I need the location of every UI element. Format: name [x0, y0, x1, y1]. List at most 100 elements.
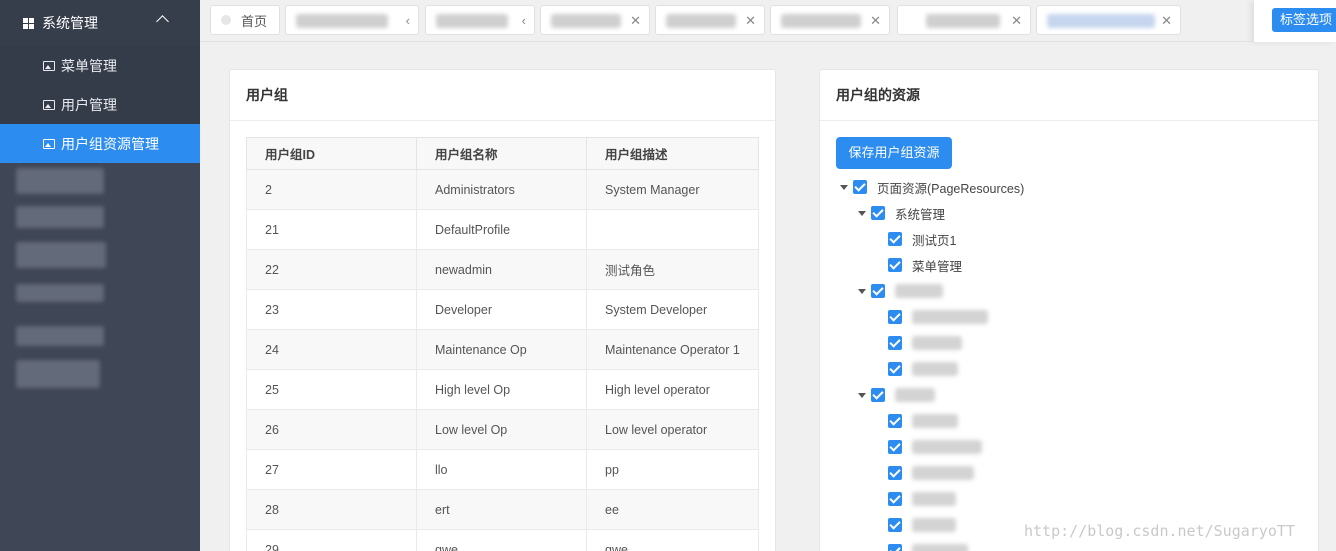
checkbox-checked[interactable] — [888, 414, 902, 428]
tree-node-label: 页面资源(PageResources) — [877, 181, 1025, 196]
tab-redacted[interactable]: ✕ — [1036, 5, 1181, 35]
table-row[interactable]: 25 High level Op High level operator — [246, 369, 759, 410]
table-row[interactable]: 26 Low level Op Low level operator — [246, 409, 759, 450]
checkbox-checked[interactable] — [871, 206, 885, 220]
checkbox-checked[interactable] — [888, 258, 902, 272]
tree-node-label: 测试页1 — [912, 233, 957, 248]
tree-node-redacted[interactable] — [858, 382, 935, 408]
table-row[interactable]: 27 llo pp — [246, 449, 759, 490]
tab-redacted[interactable]: ✕ — [770, 5, 890, 35]
tree-node-redacted[interactable] — [888, 408, 958, 434]
image-icon — [43, 60, 55, 71]
table-row[interactable]: 23 Developer System Developer — [246, 289, 759, 330]
save-resources-button[interactable]: 保存用户组资源 — [836, 137, 952, 169]
tree-node-redacted[interactable] — [888, 434, 982, 460]
tree-node-system[interactable]: 系统管理 — [858, 200, 945, 226]
sidebar-item-label: 用户组资源管理 — [61, 135, 159, 152]
tree-node-leaf[interactable]: 菜单管理 — [888, 252, 962, 278]
tree-node-label: 系统管理 — [895, 207, 946, 222]
redacted-menu-item[interactable] — [16, 284, 104, 302]
tab-redacted[interactable]: ‹ — [425, 5, 535, 35]
tree-node-label: 菜单管理 — [912, 259, 963, 274]
checkbox-checked[interactable] — [888, 362, 902, 376]
close-icon[interactable]: ✕ — [1161, 13, 1172, 29]
cell-desc: High level operator — [586, 369, 759, 410]
sidebar-item-users[interactable]: 用户管理 — [0, 85, 200, 124]
tab-home[interactable]: 首页 — [210, 5, 280, 35]
close-icon[interactable]: ✕ — [630, 13, 641, 29]
redacted-menu-item[interactable] — [16, 326, 104, 346]
tree-node-redacted[interactable] — [888, 330, 962, 356]
cell-name: ert — [416, 489, 587, 530]
cell-id: 26 — [246, 409, 417, 450]
tree-node-redacted[interactable] — [888, 512, 956, 538]
tab-redacted[interactable]: ‹ — [285, 5, 419, 35]
table-row[interactable]: 21 DefaultProfile — [246, 209, 759, 250]
tree-node-redacted[interactable] — [888, 304, 988, 330]
checkbox-checked[interactable] — [853, 180, 867, 194]
close-icon[interactable]: ‹ — [406, 13, 410, 28]
user-groups-panel: 用户组 用户组ID 用户组名称 用户组描述 2 Administrators S… — [229, 69, 776, 551]
caret-down-icon[interactable] — [858, 392, 866, 398]
close-icon[interactable]: ‹ — [522, 13, 526, 28]
tab-redacted[interactable]: ✕ — [655, 5, 765, 35]
checkbox-checked[interactable] — [888, 310, 902, 324]
table-row[interactable]: 24 Maintenance Op Maintenance Operator 1 — [246, 329, 759, 370]
redacted-menu-item[interactable] — [16, 206, 104, 228]
close-icon[interactable]: ✕ — [1011, 13, 1022, 29]
caret-down-icon[interactable] — [840, 184, 848, 190]
checkbox-checked[interactable] — [888, 440, 902, 454]
column-header-desc[interactable]: 用户组描述 — [586, 137, 759, 170]
tab-options: 标签选项 — [1254, 0, 1336, 42]
checkbox-checked[interactable] — [871, 388, 885, 402]
column-header-name[interactable]: 用户组名称 — [416, 137, 587, 170]
tab-redacted[interactable]: ✕ — [540, 5, 650, 35]
cell-id: 24 — [246, 329, 417, 370]
sidebar-group-system[interactable]: 系统管理 — [0, 0, 200, 46]
cell-id: 2 — [246, 169, 417, 210]
chevron-up-icon[interactable] — [156, 15, 169, 28]
tab-options-button[interactable]: 标签选项 — [1272, 8, 1336, 32]
column-header-id[interactable]: 用户组ID — [246, 137, 417, 170]
caret-down-icon[interactable] — [858, 210, 866, 216]
checkbox-checked[interactable] — [888, 518, 902, 532]
tree-node-root[interactable]: 页面资源(PageResources) — [840, 174, 1024, 200]
redacted-menu-item[interactable] — [16, 360, 100, 388]
cell-id: 21 — [246, 209, 417, 250]
table-row[interactable]: 28 ert ee — [246, 489, 759, 530]
tree-node-redacted[interactable] — [888, 538, 968, 551]
redacted-menu-item[interactable] — [16, 242, 106, 268]
checkbox-checked[interactable] — [888, 544, 902, 551]
table-row[interactable]: 22 newadmin 测试角色 — [246, 249, 759, 290]
table-row[interactable]: 2 Administrators System Manager — [246, 169, 759, 210]
image-icon — [43, 99, 55, 110]
sidebar-item-menu[interactable]: 菜单管理 — [0, 46, 200, 85]
caret-down-icon[interactable] — [858, 288, 866, 294]
redacted-menu-item[interactable] — [16, 168, 104, 194]
cell-name: DefaultProfile — [416, 209, 587, 250]
tree-node-leaf[interactable]: 测试页1 — [888, 226, 956, 252]
tab-redacted[interactable]: ✕ — [897, 5, 1031, 35]
tree-node-redacted[interactable] — [888, 460, 974, 486]
cell-desc: qwe — [586, 529, 759, 551]
checkbox-checked[interactable] — [888, 466, 902, 480]
checkbox-checked[interactable] — [888, 336, 902, 350]
cell-name: Developer — [416, 289, 587, 330]
tab-label: 首页 — [241, 13, 268, 29]
cell-name: newadmin — [416, 249, 587, 290]
table-header-row: 用户组ID 用户组名称 用户组描述 — [246, 137, 759, 170]
checkbox-checked[interactable] — [871, 284, 885, 298]
cell-name: qwe — [416, 529, 587, 551]
table-row[interactable]: 29 qwe qwe — [246, 529, 759, 551]
tree-node-redacted[interactable] — [858, 278, 943, 304]
sidebar-item-label: 菜单管理 — [61, 57, 117, 74]
tree-node-redacted[interactable] — [888, 486, 956, 512]
dot-icon — [221, 15, 231, 25]
cell-name: Administrators — [416, 169, 587, 210]
checkbox-checked[interactable] — [888, 232, 902, 246]
sidebar-item-group-resources[interactable]: 用户组资源管理 — [0, 124, 200, 163]
checkbox-checked[interactable] — [888, 492, 902, 506]
close-icon[interactable]: ✕ — [745, 13, 756, 29]
close-icon[interactable]: ✕ — [870, 13, 881, 29]
tree-node-redacted[interactable] — [888, 356, 958, 382]
